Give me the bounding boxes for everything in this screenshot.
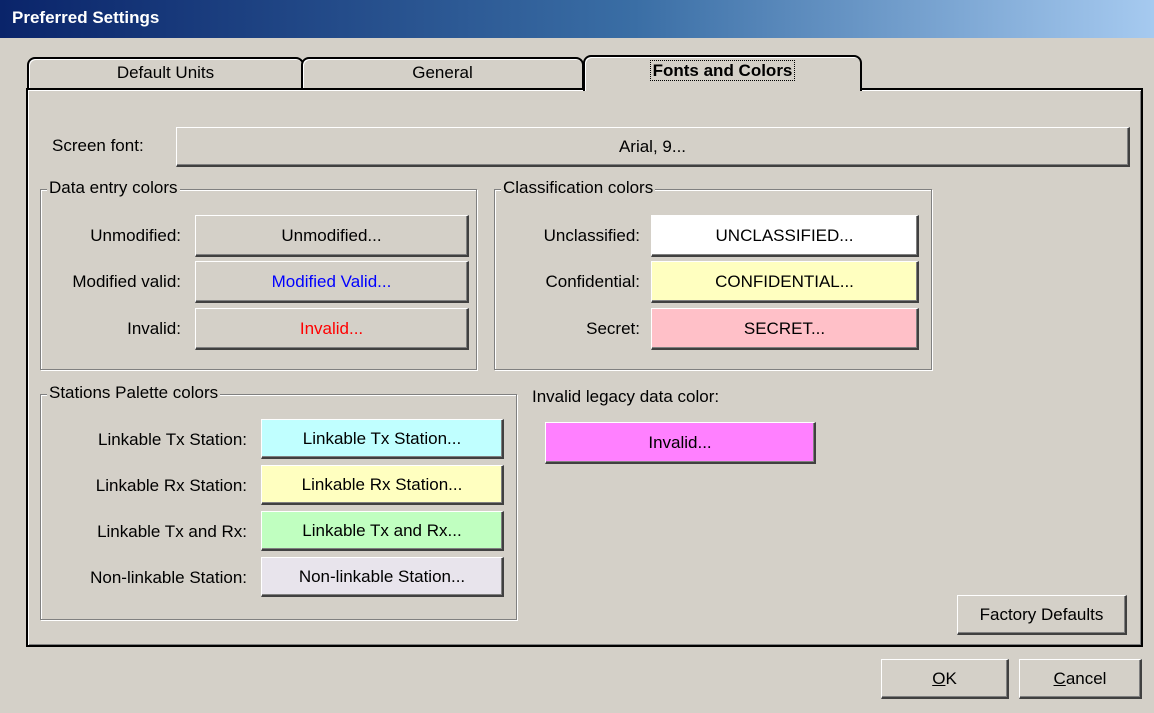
classification-colors-group: Classification colors Unclassified: UNCL… (494, 178, 932, 370)
linkable-tx-station-color-button[interactable]: Linkable Tx Station... (261, 419, 504, 459)
unmodified-color-button[interactable]: Unmodified... (195, 215, 469, 257)
cancel-button-label: Cancel (1054, 669, 1107, 689)
linkable-rx-station-label: Linkable Rx Station: (95, 476, 247, 495)
invalid-color-button[interactable]: Invalid... (195, 308, 469, 350)
tab-label: Fonts and Colors (649, 60, 796, 81)
non-linkable-station-color-button[interactable]: Non-linkable Station... (261, 557, 504, 597)
ok-button[interactable]: OK (881, 659, 1009, 699)
linkable-tx-and-rx-color-button[interactable]: Linkable Tx and Rx... (261, 511, 504, 551)
stations-palette-colors-title: Stations Palette colors (47, 383, 221, 403)
secret-color-button[interactable]: SECRET... (651, 308, 919, 350)
confidential-label: Confidential: (545, 272, 640, 291)
preferred-settings-dialog: Preferred Settings Default Units General… (0, 0, 1154, 713)
tab-label: Default Units (116, 63, 215, 82)
screen-font-label: Screen font: (52, 136, 144, 155)
data-entry-colors-group: Data entry colors Unmodified: Unmodified… (40, 178, 477, 370)
data-entry-colors-title: Data entry colors (47, 178, 180, 198)
unclassified-color-button[interactable]: UNCLASSIFIED... (651, 215, 919, 257)
tab-fonts-and-colors[interactable]: Fonts and Colors (583, 55, 862, 91)
screen-font-button[interactable]: Arial, 9... (176, 127, 1130, 167)
cancel-rest: ancel (1065, 668, 1107, 688)
secret-label: Secret: (586, 319, 640, 338)
ok-rest: K (945, 668, 957, 688)
linkable-tx-and-rx-label: Linkable Tx and Rx: (97, 522, 247, 541)
fonts-and-colors-panel: Screen font: Arial, 9... Data entry colo… (26, 88, 1143, 647)
ok-mnemonic: O (932, 668, 946, 688)
tab-label: General (412, 63, 473, 82)
factory-defaults-button[interactable]: Factory Defaults (957, 595, 1127, 635)
tab-general[interactable]: General (301, 57, 584, 89)
invalid-legacy-data-color-button[interactable]: Invalid... (545, 422, 816, 464)
classification-colors-title: Classification colors (501, 178, 656, 198)
confidential-color-button[interactable]: CONFIDENTIAL... (651, 261, 919, 303)
modified-valid-label: Modified valid: (72, 272, 181, 291)
non-linkable-station-label: Non-linkable Station: (90, 568, 247, 587)
stations-palette-colors-group: Stations Palette colors Linkable Tx Stat… (40, 383, 517, 620)
invalid-label: Invalid: (127, 319, 181, 338)
ok-button-label: OK (932, 669, 957, 689)
cancel-button[interactable]: Cancel (1019, 659, 1142, 699)
linkable-rx-station-color-button[interactable]: Linkable Rx Station... (261, 465, 504, 505)
linkable-tx-station-label: Linkable Tx Station: (98, 430, 247, 449)
tab-default-units[interactable]: Default Units (27, 57, 304, 89)
cancel-mnemonic: C (1053, 668, 1066, 688)
unmodified-label: Unmodified: (90, 226, 181, 245)
window-title: Preferred Settings (0, 0, 1154, 38)
modified-valid-color-button[interactable]: Modified Valid... (195, 261, 469, 303)
unclassified-label: Unclassified: (543, 226, 640, 245)
invalid-legacy-data-color-label: Invalid legacy data color: (532, 387, 720, 406)
